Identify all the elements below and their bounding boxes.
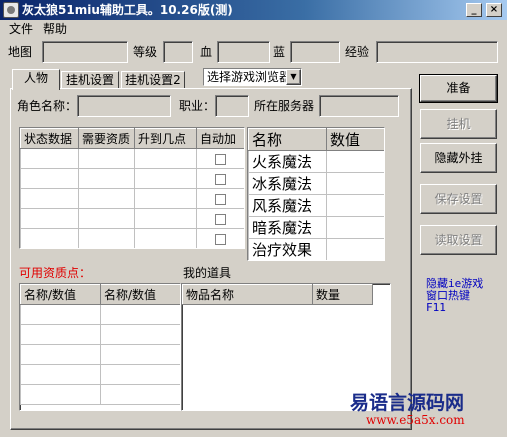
exp-label: 经验	[345, 45, 370, 59]
hp-field[interactable]	[217, 41, 270, 63]
attribute-table-header: 状态数据 需要资质 升到几点 自动加	[20, 128, 244, 149]
table-row[interactable]: 冰系魔法	[248, 172, 384, 195]
load-settings-button-label: 读取设置	[434, 233, 483, 247]
table-row[interactable]	[20, 344, 180, 365]
ready-button[interactable]: 准备	[419, 74, 498, 103]
auto-add-checkbox[interactable]	[215, 193, 226, 205]
tab-hangup-settings-2[interactable]: 挂机设置2	[121, 71, 185, 89]
browser-select[interactable]: 选择游戏浏览器 ▼	[203, 68, 302, 86]
hide-plugin-button-label: 隐藏外挂	[434, 151, 483, 165]
col-required-qual[interactable]: 需要资质	[78, 128, 135, 149]
hotkey-note: 隐藏ie游戏 窗口热键 F11	[426, 278, 483, 314]
role-name-label: 角色名称：	[17, 99, 78, 113]
job-label: 职业：	[179, 99, 216, 113]
skill-name: 风系魔法	[248, 194, 327, 217]
hangup-button-label: 挂机	[446, 117, 471, 131]
tab-hangup-settings[interactable]: 挂机设置	[61, 71, 119, 89]
table-row[interactable]: 风系魔法	[248, 194, 384, 217]
auto-add-checkbox[interactable]	[215, 213, 226, 225]
table-row[interactable]	[20, 188, 244, 209]
mp-label: 蓝	[273, 45, 286, 59]
col-name-value-2[interactable]: 名称/数值	[100, 284, 180, 305]
window-title: 灰太狼51miu辅助工具。10.26版(测)	[22, 3, 233, 17]
table-row[interactable]	[20, 304, 180, 325]
minimize-icon: _	[471, 4, 477, 15]
table-row[interactable]	[20, 324, 180, 345]
level-field[interactable]	[163, 41, 193, 63]
server-field[interactable]	[319, 95, 399, 117]
ready-button-label: 准备	[446, 81, 471, 95]
table-row[interactable]: 暗系魔法	[248, 216, 384, 239]
table-row[interactable]: 火系魔法	[248, 150, 384, 173]
my-items-label: 我的道具	[183, 266, 232, 280]
menu-bar: 文件 帮助	[0, 20, 507, 38]
skill-name: 冰系魔法	[248, 172, 327, 195]
skill-table[interactable]: 名称 数值 火系魔法 冰系魔法 风系魔法 暗系魔法 治疗效果	[247, 127, 385, 261]
save-settings-button-label: 保存设置	[434, 192, 483, 206]
map-label: 地图	[8, 45, 33, 59]
table-row[interactable]	[20, 228, 244, 248]
server-label: 所在服务器	[254, 99, 315, 113]
mp-field[interactable]	[290, 41, 340, 63]
hp-label: 血	[200, 45, 213, 59]
table-row[interactable]	[20, 364, 180, 385]
skill-name: 暗系魔法	[248, 216, 327, 239]
watermark-title: 易语言源码网	[350, 392, 465, 414]
chevron-down-icon[interactable]: ▼	[286, 69, 301, 85]
tab-character[interactable]: 人物	[12, 69, 60, 90]
character-panel: 角色名称： 职业： 所在服务器 状态数据 需要资质 升到几点 自动加 名称 数值…	[10, 88, 412, 430]
skill-name: 治疗效果	[248, 238, 327, 260]
col-skill-name[interactable]: 名称	[248, 128, 327, 151]
col-item-name[interactable]: 物品名称	[182, 284, 313, 305]
auto-add-checkbox[interactable]	[215, 153, 226, 165]
col-name-value-1[interactable]: 名称/数值	[20, 284, 101, 305]
auto-add-checkbox[interactable]	[215, 173, 226, 185]
table-row[interactable]	[20, 208, 244, 229]
menu-help[interactable]: 帮助	[40, 20, 70, 38]
table-row[interactable]	[20, 148, 244, 169]
table-row[interactable]	[20, 384, 180, 405]
title-bar: 灰太狼51miu辅助工具。10.26版(测) _ ×	[0, 0, 507, 20]
table-row[interactable]: 治疗效果	[248, 238, 384, 260]
points-table-header: 名称/数值 名称/数值	[20, 284, 180, 305]
browser-select-value: 选择游戏浏览器	[207, 70, 287, 84]
load-settings-button[interactable]: 读取设置	[420, 225, 497, 255]
col-auto-add[interactable]: 自动加	[196, 128, 244, 149]
close-button[interactable]: ×	[486, 3, 502, 17]
save-settings-button[interactable]: 保存设置	[420, 184, 497, 214]
hotkey-note-key: F11	[426, 301, 446, 314]
col-status-data[interactable]: 状态数据	[20, 128, 79, 149]
table-row[interactable]	[20, 168, 244, 189]
app-icon	[3, 2, 19, 18]
available-points-label: 可用资质点：	[19, 266, 92, 280]
hide-plugin-button[interactable]: 隐藏外挂	[420, 143, 497, 173]
menu-file[interactable]: 文件	[6, 20, 36, 38]
skill-name: 火系魔法	[248, 150, 327, 173]
attribute-table[interactable]: 状态数据 需要资质 升到几点 自动加	[19, 127, 245, 249]
minimize-button[interactable]: _	[466, 3, 482, 17]
watermark-url: www.e5a5x.com	[366, 413, 465, 427]
hangup-button[interactable]: 挂机	[420, 109, 497, 139]
points-table[interactable]: 名称/数值 名称/数值	[19, 283, 181, 411]
col-item-count[interactable]: 数量	[312, 284, 373, 305]
close-icon: ×	[489, 4, 499, 15]
items-table-header: 物品名称 数量	[182, 284, 373, 305]
auto-add-checkbox[interactable]	[215, 233, 226, 245]
level-label: 等级	[133, 45, 158, 59]
col-upgrade-points[interactable]: 升到几点	[134, 128, 197, 149]
job-field[interactable]	[215, 95, 249, 117]
map-field[interactable]	[42, 41, 128, 63]
exp-field[interactable]	[376, 41, 498, 63]
col-skill-value[interactable]: 数值	[326, 128, 384, 151]
role-name-field[interactable]	[77, 95, 171, 117]
skill-table-header: 名称 数值	[248, 128, 384, 151]
